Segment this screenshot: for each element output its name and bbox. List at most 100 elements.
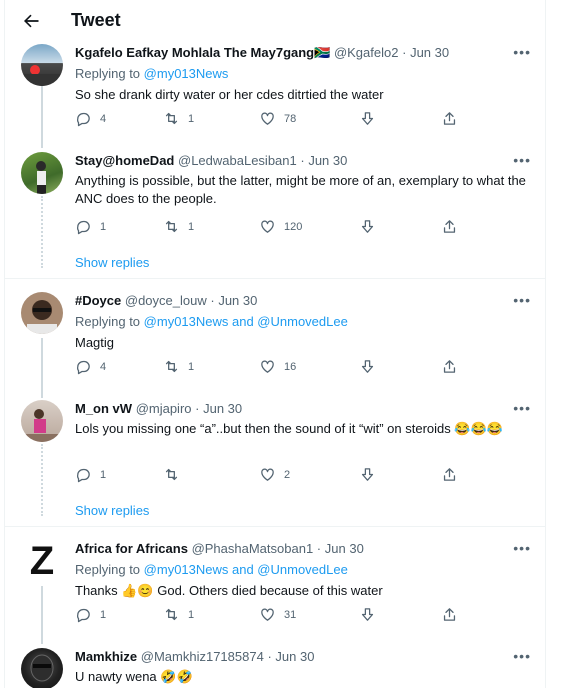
reply-button[interactable]: 1: [75, 218, 106, 235]
arrow-down-icon: [361, 608, 374, 621]
avatar-letter: Z: [29, 540, 55, 582]
reply-count: 1: [100, 220, 107, 233]
tweet-date[interactable]: Jun 30: [218, 293, 257, 308]
avatar[interactable]: [21, 400, 63, 442]
author-name[interactable]: Africa for Africans: [75, 541, 188, 556]
retweet-count: 1: [188, 112, 195, 125]
reply-button[interactable]: 1: [75, 466, 106, 483]
author-handle[interactable]: @doyce_louw: [125, 293, 207, 308]
like-button[interactable]: 16: [259, 358, 296, 375]
arrow-down-icon: [361, 360, 374, 373]
heart-icon: [261, 608, 274, 621]
retweet-button[interactable]: 1: [163, 606, 194, 623]
reply-button[interactable]: 1: [75, 606, 106, 623]
author-name[interactable]: M_on vW: [75, 401, 132, 416]
share-icon: [443, 360, 456, 373]
avatar[interactable]: [21, 152, 63, 194]
reply-button[interactable]: 4: [75, 358, 106, 375]
show-replies-link[interactable]: Show replies: [75, 255, 149, 270]
replying-to: Replying to @my013News and @UnmovedLee: [75, 314, 348, 329]
tweet-date[interactable]: Jun 30: [410, 45, 449, 60]
reply-icon: [77, 608, 90, 623]
author-handle[interactable]: @PhashaMatsoban1: [192, 541, 314, 556]
reply-count: 4: [100, 112, 107, 125]
tweet-date[interactable]: Jun 30: [325, 541, 364, 556]
author-handle[interactable]: @Kgafelo2: [334, 45, 399, 60]
arrow-left-icon: [24, 14, 39, 28]
reply-button[interactable]: 4: [75, 110, 106, 127]
more-options-button[interactable]: •••: [513, 400, 531, 416]
retweet-icon: [165, 112, 178, 125]
retweet-button[interactable]: 1: [163, 110, 194, 127]
tweet-actions: 1 1 31: [5, 606, 545, 626]
share-button[interactable]: [441, 110, 466, 127]
author-name[interactable]: Mamkhize: [75, 649, 137, 664]
like-count: 16: [284, 360, 297, 373]
tweet-date[interactable]: Jun 30: [203, 401, 242, 416]
replying-to-link[interactable]: @my013News and @UnmovedLee: [144, 562, 348, 577]
heart-icon: [261, 360, 274, 373]
author-name[interactable]: Stay@homeDad: [75, 153, 174, 168]
replying-to: Replying to @my013News and @UnmovedLee: [75, 562, 348, 577]
more-options-button[interactable]: •••: [513, 292, 531, 308]
share-button[interactable]: [441, 606, 466, 623]
retweet-icon: [165, 360, 178, 373]
more-options-button[interactable]: •••: [513, 540, 531, 556]
share-icon: [443, 112, 456, 125]
share-button[interactable]: [441, 358, 466, 375]
reply-count: 4: [100, 360, 107, 373]
avatar-image: [30, 654, 54, 682]
like-count: 120: [284, 220, 303, 233]
like-button[interactable]: 78: [259, 110, 296, 127]
vote-button[interactable]: [359, 358, 384, 375]
retweet-icon: [165, 608, 178, 621]
avatar[interactable]: Z: [21, 540, 63, 582]
tweet-text: Magtig: [75, 335, 115, 350]
replying-to: Replying to @my013News: [75, 66, 229, 81]
more-options-button[interactable]: •••: [513, 648, 531, 664]
author-handle[interactable]: @LedwabaLesiban1: [178, 153, 297, 168]
retweet-button[interactable]: 1: [163, 218, 194, 235]
more-icon: •••: [513, 44, 531, 60]
like-button[interactable]: 2: [259, 466, 290, 483]
back-button[interactable]: [21, 11, 41, 31]
more-options-button[interactable]: •••: [513, 44, 531, 60]
vote-button[interactable]: [359, 466, 384, 483]
author-name[interactable]: #Doyce: [75, 293, 121, 308]
vote-button[interactable]: [359, 218, 384, 235]
vote-button[interactable]: [359, 110, 384, 127]
share-button[interactable]: [441, 218, 466, 235]
avatar[interactable]: [21, 292, 63, 334]
tweet-text: So she drank dirty water or her cdes dit…: [75, 87, 384, 102]
retweet-icon: [165, 468, 178, 481]
replying-to-link[interactable]: @my013News and @UnmovedLee: [144, 314, 348, 329]
author-handle[interactable]: @Mamkhiz17185874: [141, 649, 264, 664]
vote-button[interactable]: [359, 606, 384, 623]
avatar[interactable]: [21, 648, 63, 688]
author-handle[interactable]: @mjapiro: [136, 401, 192, 416]
tweet-text: U nawty wena 🤣🤣: [75, 669, 193, 684]
page-title: Tweet: [71, 10, 121, 30]
retweet-count: 1: [188, 608, 195, 621]
replying-to-link[interactable]: @my013News: [144, 66, 229, 81]
more-icon: •••: [513, 292, 531, 308]
like-count: 31: [284, 608, 297, 621]
arrow-down-icon: [361, 220, 374, 233]
reply-icon: [77, 220, 90, 235]
show-replies-link[interactable]: Show replies: [75, 503, 149, 518]
like-button[interactable]: 31: [259, 606, 296, 623]
reply-count: 1: [100, 608, 107, 621]
avatar[interactable]: [21, 44, 63, 86]
retweet-button[interactable]: [163, 466, 188, 483]
more-icon: •••: [513, 648, 531, 664]
like-button[interactable]: 120: [259, 218, 302, 235]
more-options-button[interactable]: •••: [513, 152, 531, 168]
retweet-icon: [165, 220, 178, 233]
tweet-date[interactable]: Jun 30: [308, 153, 347, 168]
retweet-button[interactable]: 1: [163, 358, 194, 375]
author-name[interactable]: Kgafelo Eafkay Mohlala The May7gang: [75, 45, 314, 60]
share-button[interactable]: [441, 466, 466, 483]
like-count: 2: [284, 468, 291, 481]
tweet-date[interactable]: Jun 30: [275, 649, 314, 664]
tweet[interactable]: Mamkhize @Mamkhiz17185874 · Jun 30 U naw…: [5, 646, 545, 688]
